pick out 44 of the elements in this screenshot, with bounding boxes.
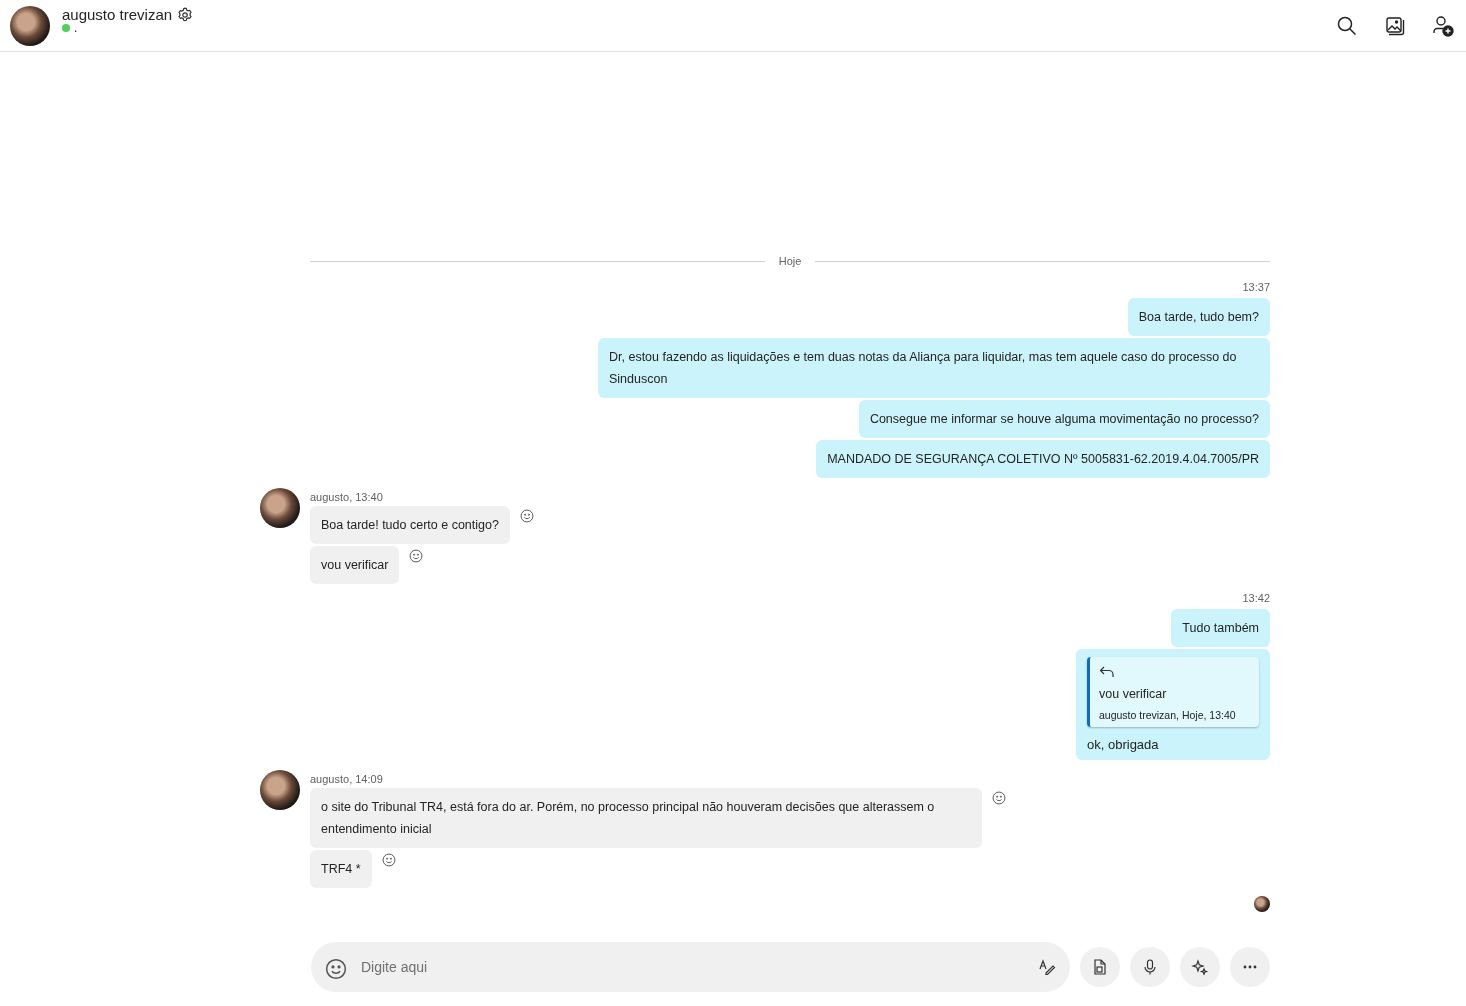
format-icon[interactable] <box>1038 958 1056 976</box>
sender-time: augusto, 14:09 <box>310 772 384 786</box>
message-time: 13:37 <box>1242 281 1270 293</box>
message-field[interactable]: Digite aqui <box>311 942 1070 992</box>
sender-time: augusto, 13:40 <box>310 490 384 504</box>
message-bubble: o site do Tribunal TR4, está fora do ar. Porém, no processo principal não houveram decisões que alterassem o entendimento inicial <box>310 788 982 848</box>
reaction-smiley-icon[interactable] <box>519 509 534 523</box>
avatar[interactable] <box>260 488 300 528</box>
sparkle-button[interactable] <box>1180 947 1220 987</box>
reply-arrow-icon <box>1099 665 1115 679</box>
microphone-icon <box>1141 958 1159 976</box>
reaction-smiley-icon[interactable] <box>409 549 424 563</box>
more-icon <box>1242 965 1258 969</box>
message-input[interactable]: Digite aqui <box>359 958 1026 976</box>
message-bubble: Dr, estou fazendo as liquidações e tem duas notas da Aliança para liquidar, mas tem aquele caso do processo do Sinduscon <box>598 338 1270 398</box>
message-bubble: Consegue me informar se houve alguma movimentação no processo? <box>858 400 1270 438</box>
add-person-icon[interactable] <box>1432 14 1454 37</box>
read-receipt-avatar <box>1254 896 1270 912</box>
contact-name: augusto trevizan <box>62 6 173 23</box>
message-time: 13:42 <box>1242 592 1270 604</box>
status-text: . <box>74 23 78 33</box>
reaction-smiley-icon[interactable] <box>992 791 1006 805</box>
message-text: ok, obrigada <box>1087 737 1160 753</box>
quoted-message[interactable]: vou verificar augusto trevizan, Hoje, 13:40 <box>1087 657 1259 727</box>
message-bubble: Tudo também <box>1171 609 1270 647</box>
avatar[interactable] <box>260 770 300 810</box>
gallery-icon[interactable] <box>1384 14 1406 37</box>
quoted-meta: augusto trevizan, Hoje, 13:40 <box>1099 709 1237 721</box>
emoji-icon[interactable] <box>325 957 347 980</box>
search-icon[interactable] <box>1336 14 1358 37</box>
file-image-icon <box>1091 958 1109 976</box>
message-bubble: vou verificar <box>310 546 400 584</box>
message-bubble: Boa tarde, tudo bem? <box>1127 298 1270 336</box>
reaction-smiley-icon[interactable] <box>381 853 396 867</box>
attach-file-button[interactable] <box>1080 947 1120 987</box>
message-bubble: TRF4 * <box>310 850 372 888</box>
message-bubble: MANDADO DE SEGURANÇA COLETIVO Nº 5005831-62.2019.4.04.7005/PR <box>816 440 1270 478</box>
message-bubble: Boa tarde! tudo certo e contigo? <box>310 506 510 544</box>
sparkle-icon <box>1191 958 1209 976</box>
quoted-text: vou verificar <box>1099 687 1168 701</box>
date-divider: Hoje <box>778 255 802 267</box>
settings-icon[interactable] <box>177 6 194 23</box>
microphone-button[interactable] <box>1130 947 1170 987</box>
profile-avatar[interactable] <box>10 5 50 46</box>
